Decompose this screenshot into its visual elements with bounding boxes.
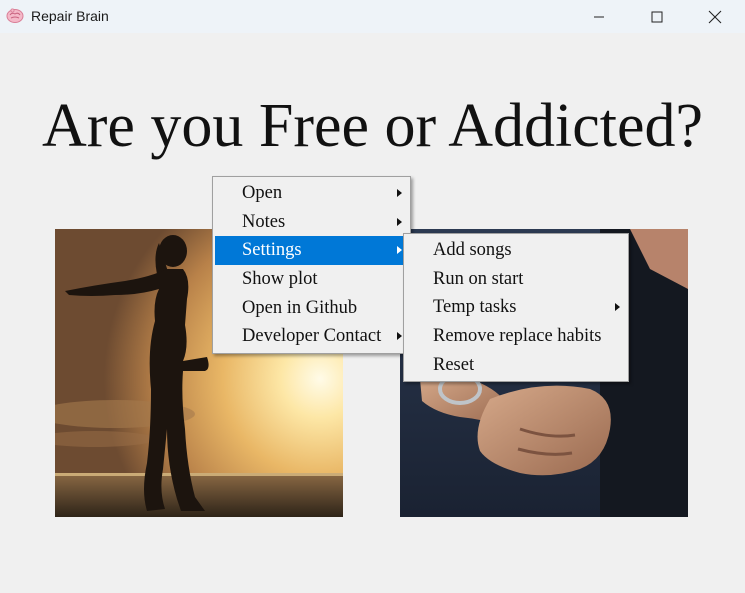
title-bar[interactable]: Repair Brain [0, 0, 745, 33]
menu-item-add-songs[interactable]: Add songs [406, 236, 626, 265]
submenu-arrow-icon [397, 217, 402, 226]
brain-icon [6, 6, 24, 24]
settings-submenu: Add songs Run on start Temp tasks Remove… [403, 233, 629, 383]
menu-item-label: Run on start [433, 268, 524, 289]
submenu-arrow-icon [397, 189, 402, 197]
page-heading: Are you Free or Addicted? [41, 92, 704, 160]
close-button[interactable] [692, 0, 738, 33]
minimize-button[interactable] [576, 0, 622, 33]
menu-item-notes[interactable]: Notes [215, 208, 408, 237]
menu-item-label: Notes [242, 211, 286, 232]
menu-item-label: Settings [242, 240, 302, 261]
menu-item-temp-tasks[interactable]: Temp tasks [406, 293, 626, 322]
menu-item-label: Reset [433, 354, 475, 375]
minimize-icon [594, 16, 604, 17]
menu-item-reset[interactable]: Reset [406, 351, 626, 380]
menu-item-open-in-github[interactable]: Open in Github [215, 294, 408, 323]
submenu-arrow-icon [397, 246, 402, 255]
context-menu: Open Notes Settings Show plot Open in Gi… [212, 176, 411, 355]
close-icon [708, 10, 722, 23]
menu-item-label: Open in Github [242, 297, 358, 318]
submenu-arrow-icon [615, 303, 620, 312]
menu-item-label: Show plot [242, 269, 318, 290]
menu-item-label: Temp tasks [433, 297, 517, 318]
menu-item-open[interactable]: Open [215, 179, 408, 208]
menu-item-run-on-start[interactable]: Run on start [406, 265, 626, 294]
maximize-icon [651, 11, 663, 22]
maximize-button[interactable] [634, 0, 680, 33]
menu-item-label: Remove replace habits [433, 326, 602, 347]
menu-item-label: Add songs [433, 240, 512, 260]
menu-item-developer-contact[interactable]: Developer Contact [215, 322, 408, 351]
menu-item-label: Open [242, 183, 283, 203]
window-title: Repair Brain [31, 8, 109, 24]
menu-item-label: Developer Contact [242, 326, 382, 347]
menu-item-show-plot[interactable]: Show plot [215, 265, 408, 294]
menu-item-settings[interactable]: Settings [215, 236, 408, 266]
submenu-arrow-icon [397, 332, 402, 341]
menu-item-remove-replace-habits[interactable]: Remove replace habits [406, 322, 626, 351]
